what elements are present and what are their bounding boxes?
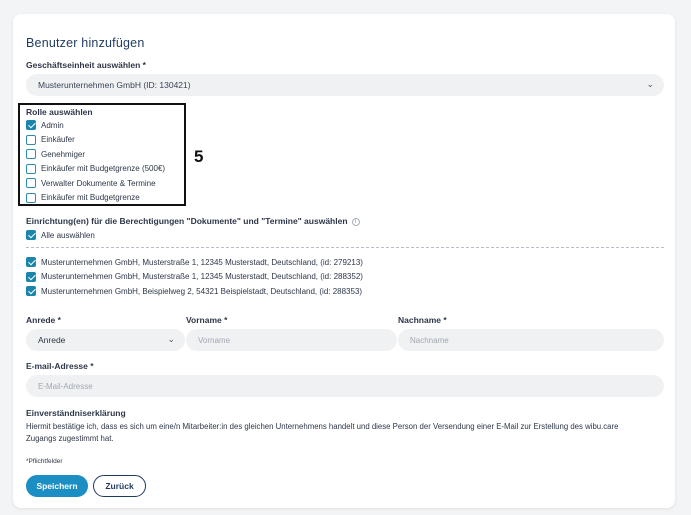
- role-option-verwalter[interactable]: Verwalter Dokumente & Termine: [26, 176, 165, 191]
- annotation-badge: 5: [194, 147, 204, 166]
- checkbox-checked-icon[interactable]: [26, 230, 36, 241]
- info-icon[interactable]: i: [351, 217, 360, 226]
- checkbox-icon[interactable]: [26, 192, 36, 203]
- firstname-input[interactable]: Vorname: [186, 329, 397, 351]
- lastname-label: Nachname *: [398, 315, 447, 325]
- role-option-einkaeufer[interactable]: Einkäufer: [26, 133, 165, 148]
- checkbox-icon[interactable]: [26, 178, 36, 189]
- facilities-list: Musterunternehmen GmbH, Musterstraße 1, …: [26, 255, 363, 299]
- chevron-down-icon: ⌄: [646, 79, 654, 89]
- facilities-label: Einrichtung(en) für die Berechtigungen "…: [26, 216, 360, 226]
- save-button[interactable]: Speichern: [26, 475, 88, 497]
- checkbox-icon[interactable]: [26, 149, 36, 160]
- role-option-einkaeufer-budget-500[interactable]: Einkäufer mit Budgetgrenze (500€): [26, 162, 165, 177]
- roles-label: Rolle auswählen: [26, 107, 93, 117]
- page-title: Benutzer hinzufügen: [26, 36, 145, 50]
- facility-option[interactable]: Musterunternehmen GmbH, Musterstraße 1, …: [26, 255, 363, 270]
- facility-option[interactable]: Musterunternehmen GmbH, Musterstraße 1, …: [26, 270, 363, 285]
- divider: [26, 247, 664, 248]
- business-unit-value: Musterunternehmen GmbH (ID: 130421): [38, 80, 191, 90]
- required-note: *Pflichtfelder: [26, 458, 63, 465]
- consent-text: Hiermit bestätige ich, dass es sich um e…: [26, 422, 619, 443]
- business-unit-label: Geschäftseinheit auswählen *: [26, 60, 146, 70]
- checkbox-checked-icon[interactable]: [26, 257, 36, 268]
- role-option-admin[interactable]: Admin: [26, 118, 165, 133]
- facility-option[interactable]: Musterunternehmen GmbH, Beispielweg 2, 5…: [26, 284, 363, 299]
- checkbox-icon[interactable]: [26, 134, 36, 145]
- role-option-einkaeufer-budget[interactable]: Einkäufer mit Budgetgrenze: [26, 191, 165, 206]
- checkbox-checked-icon[interactable]: [26, 271, 36, 282]
- salutation-label: Anrede *: [26, 315, 61, 325]
- lastname-input[interactable]: Nachname: [398, 329, 664, 351]
- firstname-label: Vorname *: [186, 315, 228, 325]
- back-button[interactable]: Zurück: [93, 475, 146, 497]
- salutation-value: Anrede: [38, 335, 66, 345]
- business-unit-select[interactable]: Musterunternehmen GmbH (ID: 130421) ⌄: [26, 74, 664, 96]
- consent-title: Einverständniserklärung: [26, 408, 126, 418]
- checkbox-checked-icon[interactable]: [26, 286, 36, 297]
- email-input[interactable]: E-Mail-Adresse: [26, 375, 664, 397]
- checkbox-icon[interactable]: [26, 163, 36, 174]
- checkbox-checked-icon[interactable]: [26, 120, 36, 131]
- email-label: E-mail-Adresse *: [26, 361, 94, 371]
- roles-list: Admin Einkäufer Genehmiger Einkäufer mit…: [26, 118, 165, 205]
- select-all-option[interactable]: Alle auswählen: [26, 228, 95, 243]
- role-option-genehmiger[interactable]: Genehmiger: [26, 147, 165, 162]
- salutation-select[interactable]: Anrede ⌄: [26, 329, 185, 351]
- chevron-down-icon: ⌄: [167, 334, 175, 344]
